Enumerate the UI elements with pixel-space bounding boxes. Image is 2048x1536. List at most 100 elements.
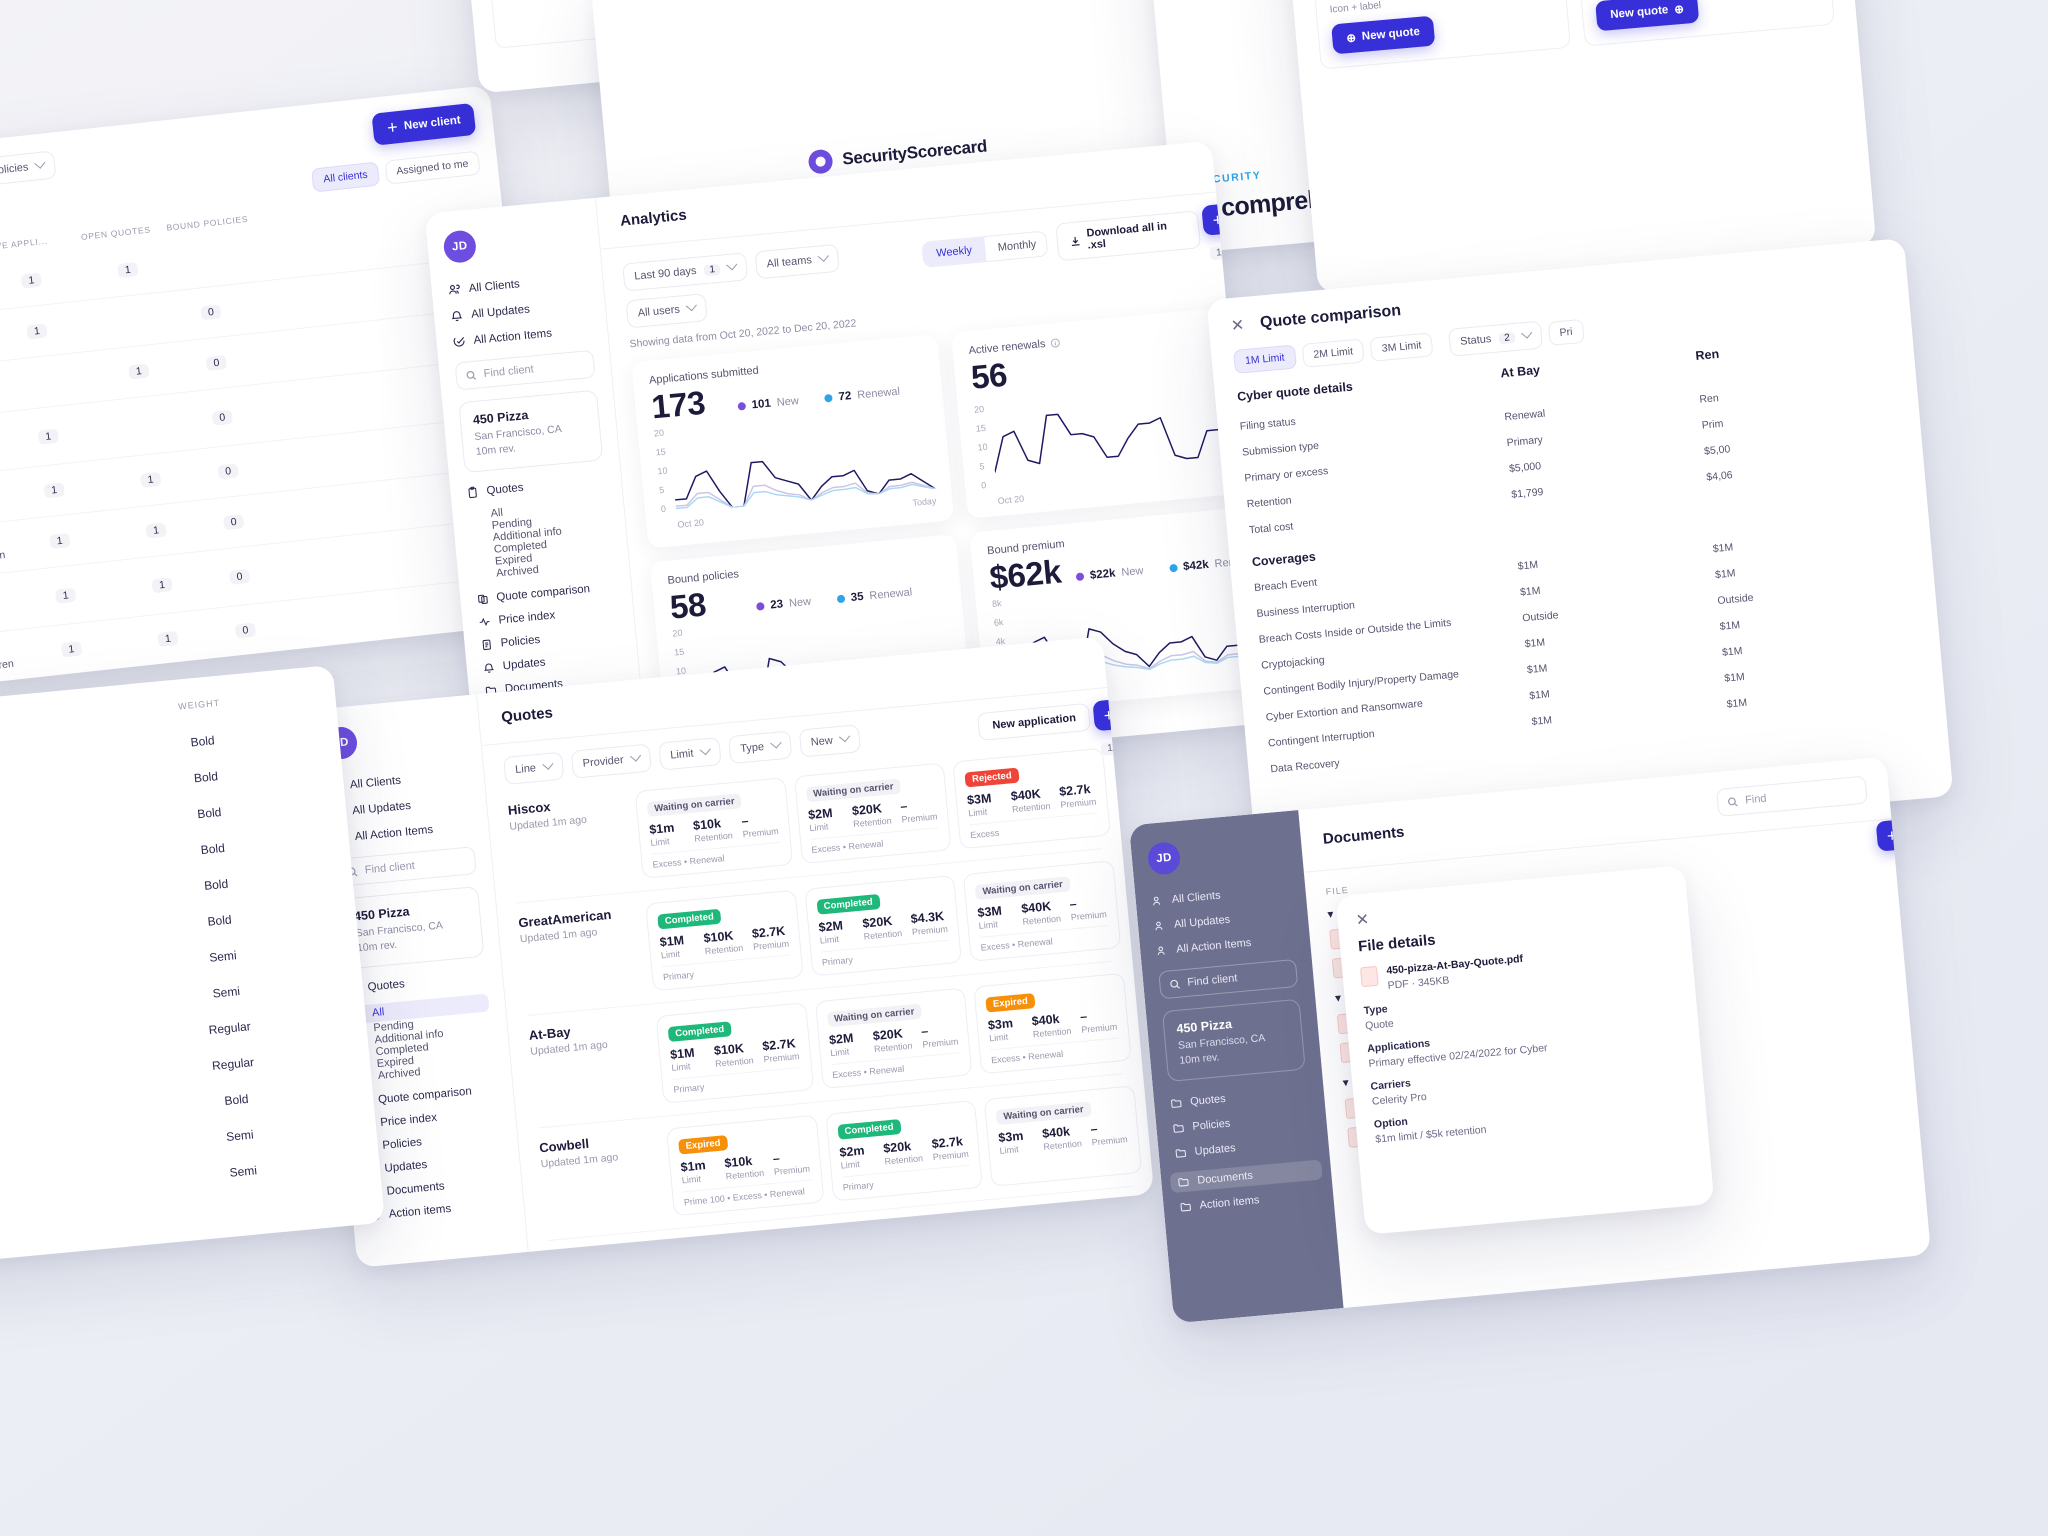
avatar[interactable]: JD (442, 229, 478, 265)
quote-carrier[interactable]: Hiscox Updated 1m ago (507, 792, 627, 833)
avatar[interactable]: JD (1146, 841, 1182, 876)
sidebar-item-documents[interactable]: Documents (366, 1175, 506, 1200)
quote-card[interactable]: Expired $1m Limit $10k Retention – Premium Prim… (666, 1114, 825, 1217)
tab-2m-limit[interactable]: 2M Limit (1301, 338, 1366, 368)
period-toggle[interactable]: Weekly Monthly (921, 230, 1049, 268)
sidebar-item-quotes[interactable]: Quotes (466, 475, 606, 500)
quote-card[interactable]: Rejected $3M Limit $40K Retention $2.7k Premiu… (952, 747, 1111, 850)
sidebar-item-label: Updates (1194, 1142, 1237, 1159)
sidebar-item-label: Policies (500, 634, 541, 650)
documents-sidebar-item-action-items[interactable]: Action items (1179, 1189, 1318, 1213)
sidebar-item-all-clients[interactable]: All Clients (447, 271, 587, 297)
quote-card[interactable]: Completed $1M Limit $10K Retention $2.7K Premi… (645, 889, 804, 992)
quote-card[interactable]: Completed $2M Limit $20K Retention $4.3K Premi… (804, 874, 963, 977)
info-icon[interactable] (1050, 338, 1061, 349)
add-button[interactable]: + (1875, 819, 1909, 852)
pri-filter[interactable]: Pri (1547, 318, 1585, 346)
sidebar-item-all-updates[interactable]: All Updates (450, 297, 590, 323)
close-icon[interactable]: ✕ (1230, 315, 1245, 336)
typography-rows: pxBoldxBoldBoldBoldBoldBoldSemiSemiRegul… (0, 713, 355, 1227)
plus-icon: ＋ (386, 122, 399, 136)
quote-card[interactable]: Waiting on carrier $3m Limit $40k Retention –… (983, 1085, 1142, 1187)
quote-card[interactable]: Waiting on carrier $3M Limit $40K Retention –… (962, 860, 1121, 962)
quote-card[interactable]: Expired $3m Limit $40k Retention – Premium Exce… (973, 972, 1132, 1075)
quote-retention: $10k Retention (693, 815, 734, 843)
quote-card[interactable]: Completed $1M Limit $10K Retention $2.7K Premi… (655, 1002, 814, 1104)
find-client-placeholder: Find client (364, 859, 416, 877)
clients-policies-filter[interactable]: Policies (0, 150, 57, 187)
date-range-filter[interactable]: Last 90 days 1 (622, 252, 749, 292)
tab-1m-limit[interactable]: 1M Limit (1233, 344, 1297, 374)
quote-filter-limit[interactable]: Limit (658, 737, 722, 771)
chevron-down-icon (34, 157, 46, 169)
quote-filter-type[interactable]: Type (728, 730, 793, 765)
quote-carrier[interactable]: Axis (549, 1242, 668, 1267)
documents-sidebar-item-quotes[interactable]: Quotes (1170, 1086, 1309, 1110)
quote-filter-new[interactable]: New (798, 724, 861, 758)
status-filter[interactable]: Status 2 (1448, 320, 1543, 357)
sidebar-item-price-index[interactable]: Price index (478, 604, 618, 629)
quote-retention-label: Retention (852, 815, 893, 830)
documents-client-card[interactable]: 450 Pizza San Francisco, CA 10m rev. (1161, 998, 1306, 1083)
documents-sidebar-item-policies[interactable]: Policies (1172, 1111, 1311, 1135)
quote-limit: $2M Limit (818, 918, 854, 945)
toggle-monthly[interactable]: Monthly (984, 231, 1049, 261)
documents-sidebar-item-all-clients[interactable]: All Clients (1151, 883, 1290, 907)
quote-card[interactable]: Waiting on carrier $2M Limit $20K Retention –… (814, 987, 973, 1090)
sidebar-item-policies[interactable]: Policies (362, 1129, 502, 1154)
y-tick: 20 (653, 427, 665, 439)
documents-sidebar-item-documents[interactable]: Documents (1169, 1159, 1323, 1194)
doc-icon (482, 640, 492, 651)
users-filter[interactable]: All users (625, 293, 708, 329)
sidebar-item-price-index[interactable]: Price index (360, 1107, 500, 1132)
sidebar-item-quote-comparison[interactable]: Quote comparison (358, 1084, 498, 1109)
quote-card[interactable]: Waiting on carrier $2M Limit $20K Retention –… (793, 762, 952, 864)
new-application-button[interactable]: New application (977, 702, 1092, 742)
policies-filter-label: Policies (0, 161, 30, 178)
quote-filter-line[interactable]: Line (503, 751, 565, 786)
documents-sidebar-item-all-action-items[interactable]: All Action Items (1156, 933, 1295, 957)
quote-carrier[interactable]: Cowbell Updated 1m ago (539, 1130, 659, 1170)
legend-dot-renewal (1168, 563, 1178, 573)
sidebar-item-all-action-items[interactable]: All Action Items (452, 323, 592, 349)
client-card[interactable]: 450 Pizza San Francisco, CA 10m rev. (339, 886, 485, 970)
quote-premium: – Premium (921, 1021, 959, 1050)
find-client-input[interactable]: Find client (335, 846, 477, 887)
sidebar-item-policies[interactable]: Policies (480, 627, 620, 652)
sidebar-item-all-action-items[interactable]: All Action Items (333, 819, 473, 845)
sidebar-item-all-updates[interactable]: All Updates (331, 793, 471, 819)
documents-search-input[interactable]: Find (1716, 775, 1868, 817)
sidebar-item-action-items[interactable]: Action items (368, 1198, 508, 1223)
row-person: WWWade Warren (0, 654, 20, 681)
quote-carrier[interactable]: GreatAmerican Updated 1m ago (518, 905, 638, 945)
sidebar-label-all-clients: All Clients (468, 277, 521, 295)
sidebar-item-updates[interactable]: Updates (364, 1152, 504, 1177)
teams-filter[interactable]: All teams (754, 243, 840, 280)
sidebar-item-quote-comparison[interactable]: Quote comparison (476, 581, 616, 606)
quote-limit: $3m Limit (998, 1128, 1034, 1156)
toggle-weekly[interactable]: Weekly (922, 237, 987, 267)
sidebar-item-all-clients[interactable]: All Clients (328, 768, 468, 794)
quote-filter-provider[interactable]: Provider (570, 743, 652, 779)
find-client-input[interactable]: Find client (454, 349, 596, 391)
quote-premium-label: Premium (911, 923, 949, 938)
search-icon (1170, 979, 1180, 989)
new-quote-button-variant-0[interactable]: ⊕ New quote (1331, 15, 1436, 55)
legend-dot-new (1075, 572, 1085, 582)
documents-sidebar-item-updates[interactable]: Updates (1174, 1136, 1313, 1160)
download-xsl-button[interactable]: Download all in .xsl (1055, 210, 1202, 262)
client-card[interactable]: 450 Pizza San Francisco, CA 10m rev. (458, 389, 604, 474)
tab-3m-limit[interactable]: 3M Limit (1369, 332, 1434, 362)
documents-sidebar-item-all-updates[interactable]: All Updates (1154, 908, 1293, 932)
quote-carrier[interactable]: At-Bay Updated 1m ago (528, 1017, 648, 1058)
sidebar-item-quotes[interactable]: Quotes (347, 971, 487, 996)
documents-sidebar-nav-2: Quotes Policies Updates Documents Action ite… (1169, 1084, 1323, 1214)
new-quote-button-variant-1[interactable]: New quote ⊕ (1595, 0, 1700, 32)
new-client-button[interactable]: ＋ New client (371, 102, 477, 146)
documents-find-input[interactable]: Find client (1158, 958, 1299, 1000)
bell-icon (484, 663, 495, 674)
quote-card[interactable]: Waiting on carrier $1m Limit $10k Retention –… (634, 777, 793, 879)
quote-card[interactable]: Completed $2m Limit $20k Retention $2.7k Premi… (824, 1100, 983, 1202)
legend-dot-renewal (836, 594, 846, 604)
sidebar-item-updates[interactable]: Updates (482, 650, 622, 675)
